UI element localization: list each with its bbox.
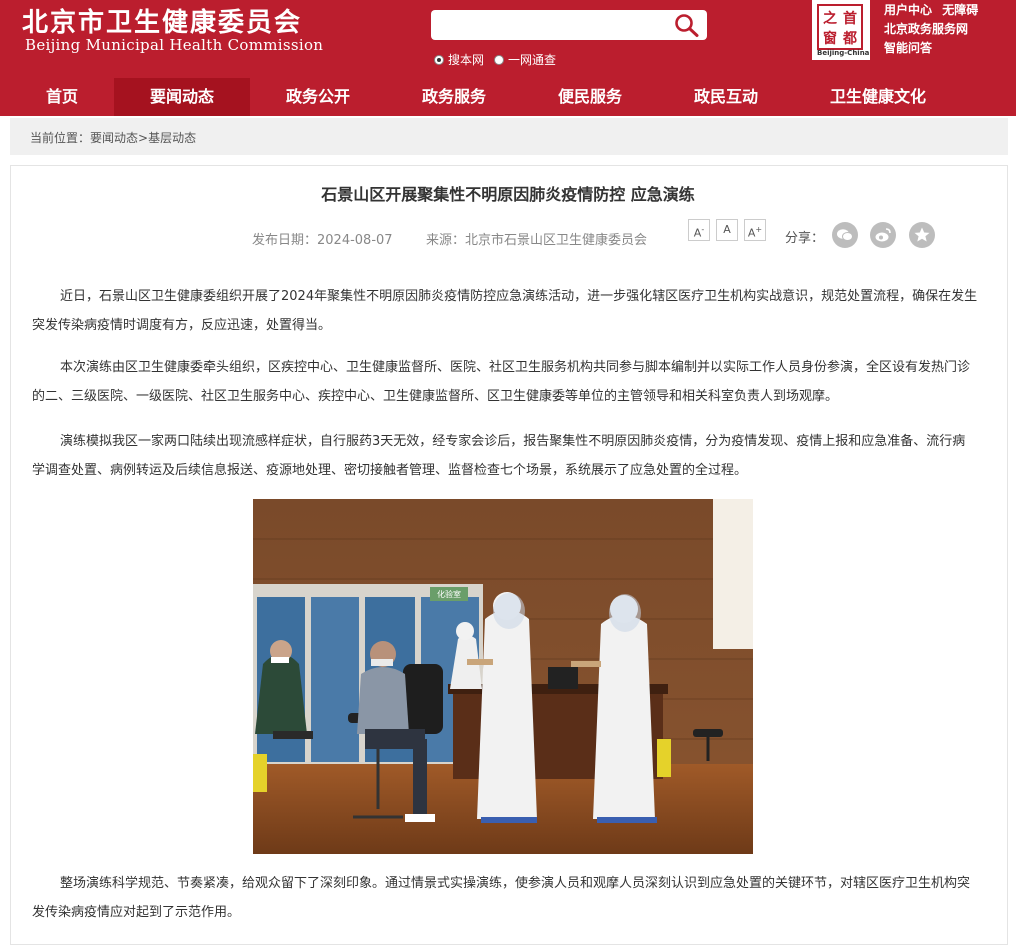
main-nav: 首页 要闻动态 政务公开 政务服务 便民服务 政民互动 卫生健康文化 <box>0 78 1016 116</box>
weibo-share-button[interactable] <box>870 222 896 248</box>
seal-char: 都 <box>843 31 857 47</box>
seal-caption: Beijing-China <box>817 49 870 57</box>
nav-item-health-culture[interactable]: 卫生健康文化 <box>794 78 962 116</box>
radio-label-all: 一网通查 <box>508 53 557 67</box>
capital-window-logo[interactable]: 首 都 之 窗 Beijing-China <box>812 0 870 60</box>
nav-item-public-services[interactable]: 便民服务 <box>522 78 658 116</box>
seal-frame: 首 都 之 窗 <box>817 4 863 50</box>
share-label: 分享： <box>785 231 825 246</box>
nav-item-gov-affairs[interactable]: 政务公开 <box>250 78 386 116</box>
search-scope: 搜本网 一网通查 <box>434 51 556 68</box>
article-paragraph: 整场演练科学规范、节奏紧凑，给观众留下了深刻印象。通过情景式实操演练，使参演人员… <box>32 876 971 920</box>
wechat-share-button[interactable] <box>832 222 858 248</box>
breadcrumb-news[interactable]: 要闻动态 <box>90 131 138 145</box>
seal-char: 之 <box>823 11 837 27</box>
font-smaller-button[interactable]: A- <box>688 219 710 241</box>
top-links: 用户中心 无障碍 北京政务服务网 智能问答 <box>884 1 978 58</box>
user-center-link[interactable]: 用户中心 <box>884 3 932 17</box>
site-logo-subtitle: Beijing Municipal Health Commission <box>25 36 324 54</box>
seal-char: 窗 <box>823 31 837 47</box>
article-source: 来源：北京市石景山区卫生健康委员会 <box>426 233 648 248</box>
drill-scene-illustration: 化验室 <box>253 499 753 854</box>
weibo-icon <box>875 228 891 242</box>
breadcrumb: 当前位置：要闻动态>基层动态 <box>10 118 1008 155</box>
radio-search-site[interactable] <box>434 54 444 65</box>
article-paragraph: 近日，石景山区卫生健康委组织开展了2024年聚集性不明原因肺炎疫情防控应急演练活… <box>32 289 978 333</box>
accessibility-link[interactable]: 无障碍 <box>942 3 978 17</box>
font-larger-button[interactable]: A+ <box>744 219 766 241</box>
site-logo-title[interactable]: 北京市卫生健康委员会 <box>22 2 302 39</box>
star-icon <box>914 227 930 242</box>
nav-item-interaction[interactable]: 政民互动 <box>658 78 794 116</box>
site-header: 北京市卫生健康委员会 Beijing Municipal Health Comm… <box>0 0 1016 78</box>
nav-item-gov-services[interactable]: 政务服务 <box>386 78 522 116</box>
nav-item-home[interactable]: 首页 <box>22 78 102 116</box>
radio-search-all[interactable] <box>494 54 505 65</box>
breadcrumb-separator: > <box>138 131 149 145</box>
gov-service-link[interactable]: 北京政务服务网 <box>884 22 968 36</box>
wechat-icon <box>837 229 853 241</box>
radio-label-site: 搜本网 <box>448 53 485 67</box>
font-normal-button[interactable]: A <box>716 219 738 241</box>
publish-date: 发布日期：2024-08-07 <box>252 233 393 248</box>
article-paragraph: 本次演练由区卫生健康委牵头组织，区疾控中心、卫生健康监督所、医院、社区卫生服务机… <box>32 360 971 404</box>
search-icon[interactable] <box>673 12 701 38</box>
nav-item-news[interactable]: 要闻动态 <box>114 78 250 116</box>
search-input[interactable] <box>431 10 707 40</box>
seal-char: 首 <box>843 11 857 27</box>
breadcrumb-grassroots[interactable]: 基层动态 <box>148 131 196 145</box>
favorite-button[interactable] <box>909 222 935 248</box>
article-photo: 化验室 <box>253 499 753 854</box>
article-title: 石景山区开展聚集性不明原因肺炎疫情防控 应急演练 <box>321 185 695 204</box>
photo-room-sign: 化验室 <box>437 589 461 599</box>
article-paragraph: 演练模拟我区一家两口陆续出现流感样症状，自行服药3天无效，经专家会诊后，报告聚集… <box>32 434 966 478</box>
smart-qa-link[interactable]: 智能问答 <box>884 41 932 55</box>
breadcrumb-prefix: 当前位置： <box>30 131 91 145</box>
